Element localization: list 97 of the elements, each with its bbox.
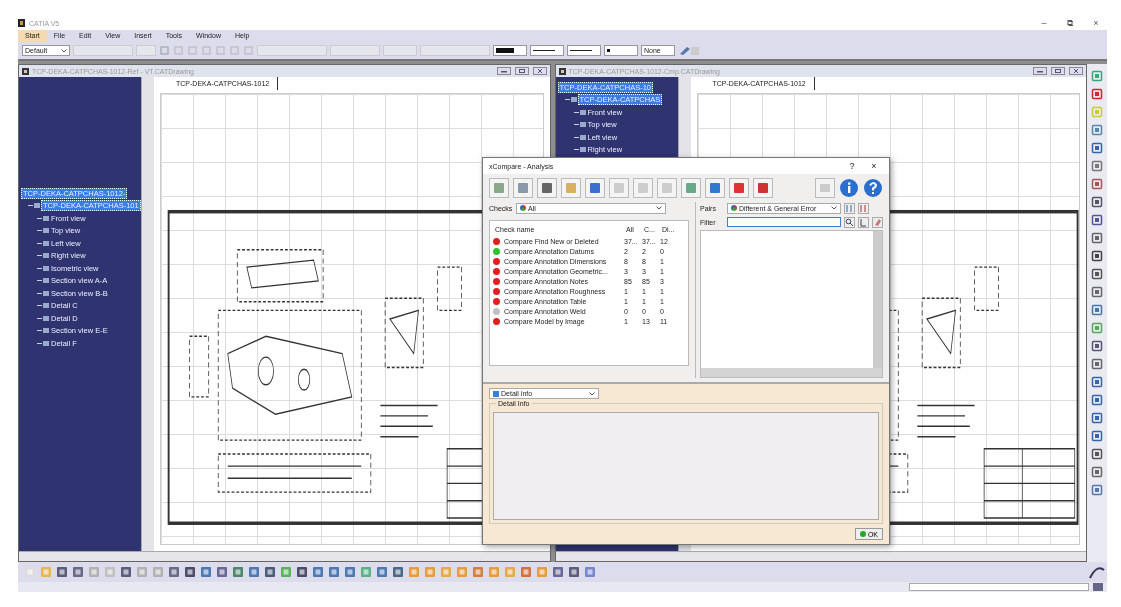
restore-icon[interactable] [514,67,529,75]
scrollbar[interactable] [555,551,1086,561]
help-button[interactable]: ? [841,161,863,171]
minimize-icon[interactable] [496,67,511,75]
close-icon[interactable] [1069,67,1083,75]
tool-icon[interactable] [729,178,749,198]
scrollbar[interactable] [873,231,882,368]
tool-icon[interactable] [1091,232,1103,244]
tool-icon[interactable] [1091,448,1103,460]
tool-icon[interactable] [1091,268,1103,280]
tool-icon[interactable] [705,178,725,198]
brand-logo-icon [1087,564,1107,580]
view-icon [573,121,586,129]
tool-icon[interactable] [296,566,308,578]
view-icon [37,289,49,297]
tool-icon[interactable] [1091,196,1103,208]
help-icon[interactable] [863,178,883,198]
view-icon [28,202,40,210]
scrollbar[interactable] [701,368,882,377]
caret-icon [831,206,837,210]
tool-icon[interactable] [168,566,180,578]
tool-icon[interactable] [1091,214,1103,226]
document-icon [22,67,29,75]
view-icon [564,96,577,104]
caret-icon [589,391,595,396]
detail-view [384,297,424,368]
detail-view [921,297,961,368]
tool-icon[interactable] [552,566,564,578]
view-icon [37,264,49,272]
scrollbar[interactable] [19,551,550,561]
filter-field[interactable] [727,217,841,227]
tool-icon[interactable] [568,566,580,578]
tool-icon[interactable] [537,178,557,198]
tool-icon[interactable] [120,566,132,578]
tool-icon[interactable] [1091,340,1103,352]
tool-icon[interactable] [1091,304,1103,316]
caret-icon [656,206,662,210]
detail-view [973,266,999,311]
window-control[interactable]: ⧉ [1059,17,1081,29]
view-icon [37,227,49,235]
view-icon [37,339,49,347]
restore-icon[interactable] [1051,67,1065,75]
view-icon [573,133,586,141]
brush-icon[interactable] [678,45,700,56]
view-icon [37,314,49,322]
search-icon[interactable] [844,216,855,228]
notes-lines [916,405,975,438]
tool-icon [815,178,835,198]
view-icon [37,239,49,247]
tool-icon[interactable] [1091,484,1103,496]
tool-icon[interactable] [1091,430,1103,442]
tool-icon[interactable] [264,566,276,578]
tool-icon[interactable] [216,566,228,578]
status-icon [1093,583,1103,591]
linetype-dropdown[interactable] [530,45,564,56]
tool-icon[interactable] [72,566,84,578]
tool-icon[interactable] [585,178,605,198]
thickness-dropdown[interactable] [567,45,601,56]
view-icon [573,108,586,116]
tool-icon[interactable] [1091,88,1103,100]
window-control[interactable]: – [1033,18,1055,28]
notes-lines [379,405,439,438]
view-icon [37,252,49,260]
view-icon [573,146,586,154]
tool-icon[interactable] [1091,394,1103,406]
tool-icon[interactable] [1091,178,1103,190]
tool-icon[interactable] [184,566,196,578]
view-icon [37,277,49,285]
point-dropdown[interactable] [604,45,638,56]
tool-icon[interactable] [1091,412,1103,424]
window-control[interactable]: × [1085,18,1107,28]
caret-icon [61,48,67,53]
tool-icon[interactable] [1091,286,1103,298]
tool-icon[interactable] [1091,142,1103,154]
app-logo-icon [18,19,25,27]
close-button[interactable]: × [863,161,885,171]
side-view [189,335,210,398]
minimize-icon[interactable] [1033,67,1047,75]
tool-icon[interactable] [1091,250,1103,262]
eraser-icon[interactable] [872,216,883,228]
document-icon [558,67,566,75]
view-icon [37,214,49,222]
view-icon [37,302,49,310]
view-icon [37,327,49,335]
info-icon[interactable] [839,178,859,198]
command-field[interactable] [909,583,1089,591]
scrollbar[interactable] [141,77,154,551]
detail-view [437,266,462,311]
color-dropdown[interactable] [493,45,527,56]
tool-icon[interactable] [1091,160,1103,172]
close-icon[interactable] [532,67,547,75]
tool-icon[interactable] [753,178,773,198]
tool-icon[interactable] [56,566,68,578]
tool-icon[interactable] [1091,376,1103,388]
tool-icon[interactable] [1091,466,1103,478]
tool-icon[interactable] [1091,358,1103,370]
tool-icon[interactable] [392,566,404,578]
